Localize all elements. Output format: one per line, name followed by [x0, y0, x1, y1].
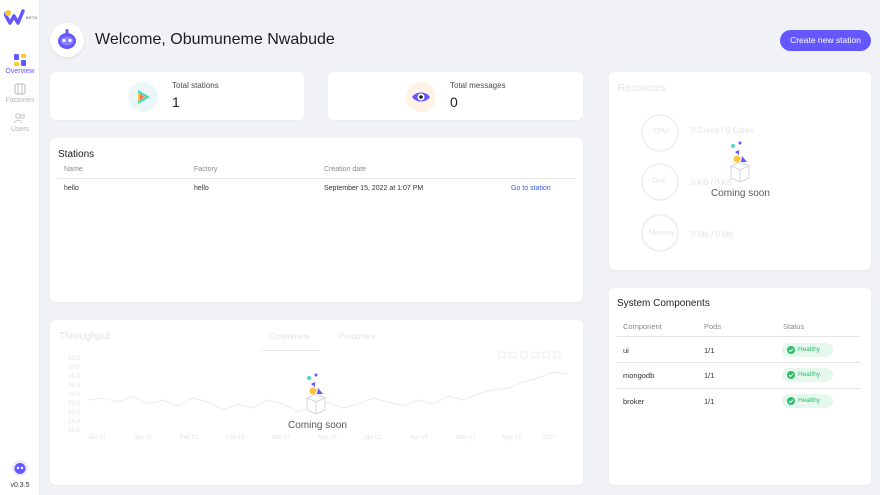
column-header-pods: Pods — [704, 322, 722, 331]
y-tick-label: 30.0 — [68, 365, 80, 371]
stat-value: 0 — [450, 94, 458, 110]
y-tick-label: 18.0 — [68, 419, 80, 425]
resource-value: 0 Cores / 0 Cores — [691, 126, 754, 135]
bot-avatar-icon — [58, 29, 76, 49]
column-header-factory: Factory — [194, 166, 218, 173]
component-name: broker — [623, 397, 645, 406]
sidebar-item-users[interactable]: Users — [0, 112, 40, 133]
component-pods: 1/1 — [704, 371, 715, 380]
go-to-station-link[interactable]: Go to station — [511, 185, 551, 192]
coming-soon-illustration-icon — [727, 140, 753, 184]
stat-label: Total messages — [450, 81, 506, 90]
stations-icon — [128, 82, 158, 112]
status-badge: Healthy — [782, 394, 833, 408]
y-tick-label: 28.0 — [68, 374, 80, 380]
active-tab-underline — [261, 350, 320, 351]
header-avatar — [50, 23, 84, 57]
component-name: ui — [623, 346, 629, 355]
beta-label: BETA — [26, 15, 38, 20]
x-tick-label: May 01 — [456, 435, 476, 441]
y-tick-label: 26.0 — [68, 383, 80, 389]
resource-label: CPU — [653, 128, 668, 135]
y-tick-label: 24.0 — [68, 392, 80, 398]
column-header-component: Component — [623, 322, 662, 331]
column-header-name: Name — [64, 166, 83, 173]
memphis-logo[interactable]: BETA — [3, 8, 38, 28]
logo-icon — [3, 9, 25, 25]
system-components-card: System Components Component Pods Status … — [609, 288, 871, 485]
station-creation-date: September 15, 2022 at 1:07 PM — [324, 185, 424, 192]
status-badge: Healthy — [782, 368, 833, 382]
column-header-creation-date: Creation date — [324, 166, 367, 173]
y-tick-label: 20.0 — [68, 410, 80, 416]
sidebar-item-overview[interactable]: Overview — [0, 54, 40, 75]
x-tick-label: Jan 01 — [88, 435, 107, 441]
station-factory: hello — [194, 185, 209, 192]
sidebar-item-label: Overview — [5, 68, 35, 75]
users-icon — [14, 113, 25, 124]
component-name: mongodb — [623, 371, 655, 380]
create-station-button[interactable]: Create new station — [780, 30, 871, 51]
x-tick-label: Mar 01 — [272, 435, 291, 441]
x-tick-label: Apr 01 — [364, 435, 382, 441]
resources-title: Resources — [618, 83, 666, 94]
component-pods: 1/1 — [704, 346, 715, 355]
x-tick-label: Feb 15 — [226, 435, 245, 441]
x-tick-label: Mar 15 — [318, 435, 337, 441]
total-stations-card: Total stations 1 — [50, 72, 304, 120]
coming-soon-text: Coming soon — [711, 188, 770, 199]
status-badge: Healthy — [782, 343, 833, 357]
total-messages-card: Total messages 0 — [328, 72, 583, 120]
x-tick-label: Jan 15 — [134, 435, 153, 441]
check-circle-icon — [787, 346, 795, 354]
tab-consumers[interactable]: Consumers — [269, 332, 310, 341]
page-title: Welcome, Obumuneme Nwabude — [95, 31, 335, 48]
resources-card: Resources CPU 0 Cores / 0 Cores Disk 0 K… — [609, 72, 871, 270]
divider — [617, 362, 860, 363]
divider — [617, 336, 860, 337]
x-tick-label: May 15 — [502, 435, 522, 441]
sidebar-item-label: Users — [10, 126, 30, 133]
resource-label: Disk — [652, 178, 666, 185]
bot-avatar-icon — [14, 463, 26, 474]
stations-title: Stations — [58, 149, 95, 160]
y-tick-label: 16.0 — [68, 428, 80, 434]
x-tick-label: Feb 01 — [180, 435, 199, 441]
sidebar: BETA Overview Factories Users v0.3.5 — [0, 0, 40, 495]
coming-soon-illustration-icon — [303, 372, 329, 416]
check-circle-icon — [787, 397, 795, 405]
chart-toolbar — [498, 346, 568, 359]
coming-soon-text: Coming soon — [288, 420, 347, 431]
status-label: Healthy — [798, 397, 821, 404]
throughput-card: Throughput Consumers Producers 32.0 30.0… — [50, 320, 583, 485]
version-label: v0.3.5 — [10, 482, 30, 489]
y-tick-label: 22.0 — [68, 401, 80, 407]
sidebar-item-label: Factories — [5, 97, 35, 104]
station-name: hello — [64, 185, 79, 192]
factories-icon — [14, 83, 26, 95]
system-components-title: System Components — [617, 298, 710, 309]
stat-value: 1 — [172, 94, 180, 110]
stat-label: Total stations — [172, 81, 219, 90]
tab-producers[interactable]: Producers — [339, 332, 375, 341]
messages-eye-icon — [406, 82, 436, 112]
x-tick-label: 2022 — [542, 435, 556, 441]
x-tick-label: Apr 15 — [410, 435, 428, 441]
check-circle-icon — [787, 371, 795, 379]
user-avatar[interactable] — [12, 460, 28, 476]
component-pods: 1/1 — [704, 397, 715, 406]
throughput-title: Throughput — [59, 331, 111, 342]
overview-icon — [14, 54, 26, 66]
stations-card: Stations Name Factory Creation date hell… — [50, 138, 583, 302]
divider — [58, 178, 575, 179]
column-header-status: Status — [783, 322, 805, 331]
divider — [617, 388, 860, 389]
y-tick-label: 32.0 — [68, 356, 80, 362]
resource-value: 0 Mb / 0 Mb — [691, 230, 734, 239]
resource-label: Memory — [649, 230, 675, 237]
status-label: Healthy — [798, 346, 821, 353]
status-label: Healthy — [798, 371, 821, 378]
sidebar-item-factories[interactable]: Factories — [0, 83, 40, 104]
